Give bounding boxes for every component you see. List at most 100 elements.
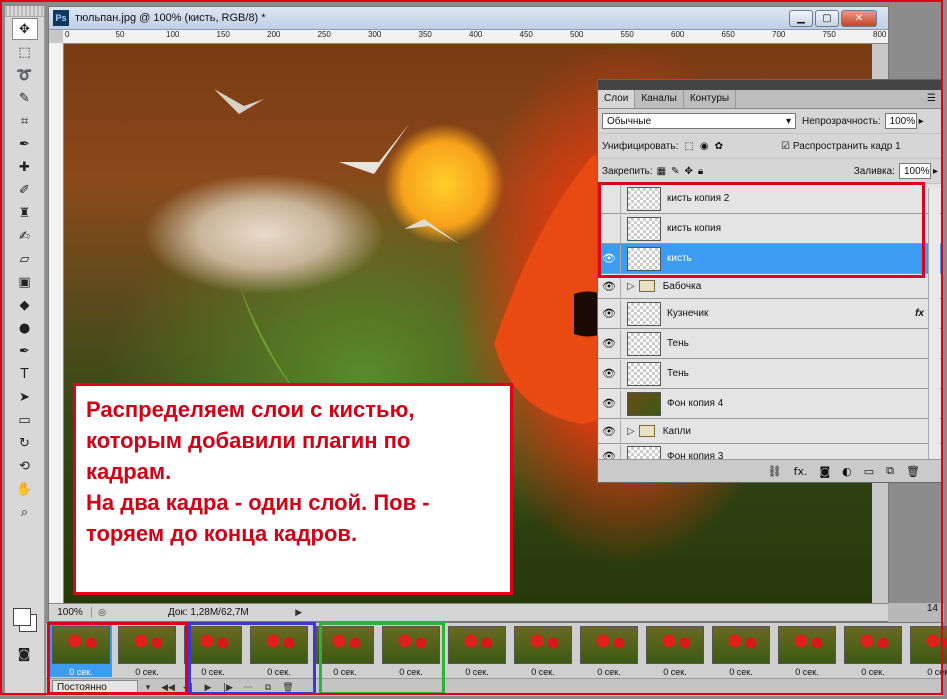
animation-frame[interactable]: 0 сек.	[644, 623, 706, 677]
hand-tool-icon[interactable]: ✋	[12, 478, 38, 500]
shape-tool-icon[interactable]: ▭	[12, 409, 38, 431]
fill-arrow-icon[interactable]: ▸	[933, 166, 938, 177]
layer-group-row[interactable]: 👁︎ ▷ Бабочка	[598, 274, 942, 299]
minimize-button[interactable]: ▁	[789, 10, 813, 27]
next-frame-icon[interactable]: |▶	[218, 683, 238, 693]
tab-channels[interactable]: Каналы	[635, 90, 684, 108]
eye-icon[interactable]: 👁︎	[598, 274, 621, 298]
expand-arrow-icon[interactable]: ▷	[627, 426, 635, 437]
quick-select-tool-icon[interactable]: ✎	[12, 87, 38, 109]
first-frame-icon[interactable]: ◀◀	[158, 683, 178, 693]
fx-icon[interactable]: fx.	[794, 465, 808, 478]
zoom-navigator-icon[interactable]: ◎	[92, 608, 112, 618]
visibility-toggle-empty[interactable]	[598, 214, 621, 243]
panel-drag-bar[interactable]	[598, 80, 942, 90]
tab-paths[interactable]: Контуры	[684, 90, 737, 108]
eye-icon[interactable]: 👁︎	[598, 419, 621, 443]
mask-icon[interactable]: ◙	[819, 465, 830, 478]
layer-row[interactable]: 👁︎ Тень	[598, 329, 942, 359]
adjustment-icon[interactable]: ◐	[842, 465, 852, 478]
eye-icon[interactable]: 👁︎	[598, 299, 621, 328]
history-brush-tool-icon[interactable]: ✍	[12, 225, 38, 247]
animation-frame[interactable]: 0 сек.	[446, 623, 508, 677]
lock-all-icon[interactable]: 🔒︎	[698, 166, 703, 177]
tween-icon[interactable]: ⋯	[238, 683, 258, 693]
unify-visibility-icon[interactable]: ◉	[700, 141, 709, 152]
frame-delay[interactable]: 0 сек.	[333, 667, 356, 677]
expand-arrow-icon[interactable]: ▷	[627, 281, 635, 292]
type-tool-icon[interactable]: T	[12, 363, 38, 385]
lock-position-icon[interactable]: ✥	[685, 166, 693, 177]
unify-position-icon[interactable]: ⬚	[684, 141, 693, 152]
layers-scrollbar[interactable]	[928, 188, 940, 460]
frame-delay[interactable]: 0 сек.	[663, 667, 686, 677]
animation-frame[interactable]: 0 сек.	[842, 623, 904, 677]
unify-style-icon[interactable]: ✿	[715, 141, 723, 152]
animation-frame[interactable]: 0 сек.	[710, 623, 772, 677]
animation-frame[interactable]: 0 сек.	[50, 623, 112, 677]
visibility-toggle-empty[interactable]	[598, 184, 621, 213]
frame-delay[interactable]: 0 сек.	[201, 667, 224, 677]
dodge-tool-icon[interactable]: ●	[12, 317, 38, 339]
crop-tool-icon[interactable]: ⌗	[12, 110, 38, 132]
frame-delay[interactable]: 0 сек.	[399, 667, 422, 677]
animation-frame[interactable]: 0 сек.	[314, 623, 376, 677]
frame-delay[interactable]: 0 сек.	[597, 667, 620, 677]
pen-tool-icon[interactable]: ✒	[12, 340, 38, 362]
layer-row[interactable]: 👁︎ Тень	[598, 359, 942, 389]
duplicate-frame-icon[interactable]: ⧉	[258, 683, 278, 693]
frame-delay[interactable]: 0 сек.	[135, 667, 158, 677]
zoom-level-field[interactable]: 100%	[49, 607, 92, 618]
delete-frame-icon[interactable]: 🗑︎	[278, 683, 298, 693]
lock-transparency-icon[interactable]: ▦	[657, 166, 666, 177]
quick-mask-icon[interactable]: ◙	[11, 643, 37, 665]
frame-delay[interactable]: 0 сек.	[267, 667, 290, 677]
layer-row[interactable]: кисть копия 2	[598, 184, 942, 214]
group-icon[interactable]: ▭	[864, 465, 874, 478]
prev-frame-icon[interactable]: ◀|	[178, 683, 198, 693]
frame-delay[interactable]: 0 сек.	[69, 667, 92, 677]
animation-frame[interactable]: 0 сек.	[182, 623, 244, 677]
animation-frame[interactable]: 0 сек.	[776, 623, 838, 677]
tab-layers[interactable]: Слои	[598, 90, 636, 108]
eyedropper-tool-icon[interactable]: ✒	[12, 133, 38, 155]
close-button[interactable]: ✕	[841, 10, 877, 27]
opacity-field[interactable]: 100%	[884, 113, 917, 129]
document-title-bar[interactable]: Ps тюльпан.jpg @ 100% (кисть, RGB/8) * ▁…	[49, 7, 888, 30]
propagate-checkbox[interactable]: ☑	[781, 141, 790, 152]
zoom-tool-icon[interactable]: ⌕	[12, 501, 38, 523]
eye-icon[interactable]: 👁︎	[598, 329, 621, 358]
loop-chevron-icon[interactable]: ▾	[138, 683, 158, 693]
lasso-tool-icon[interactable]: ➰	[12, 64, 38, 86]
blend-mode-select[interactable]: Обычные ▾	[602, 113, 796, 129]
foreground-color-swatch[interactable]	[13, 608, 31, 626]
document-size[interactable]: Док: 1,28M/62,7M	[168, 607, 249, 618]
new-layer-icon[interactable]: ⧉	[886, 464, 894, 478]
animation-frame[interactable]: 0 сек.	[578, 623, 640, 677]
frame-delay[interactable]: 0 сек.	[531, 667, 554, 677]
frame-delay[interactable]: 0 сек.	[465, 667, 488, 677]
healing-tool-icon[interactable]: ✚	[12, 156, 38, 178]
trash-icon[interactable]: 🗑︎	[906, 465, 920, 478]
3d-rotate-tool-icon[interactable]: ↻	[12, 432, 38, 454]
frame-delay[interactable]: 0 сек.	[927, 667, 947, 677]
layer-row[interactable]: 👁︎ Кузнечик fx	[598, 299, 942, 329]
eye-icon[interactable]: 👁︎	[598, 389, 621, 418]
eraser-tool-icon[interactable]: ▱	[12, 248, 38, 270]
fill-field[interactable]: 100%	[898, 163, 931, 179]
layer-row[interactable]: кисть копия	[598, 214, 942, 244]
lock-pixels-icon[interactable]: ✎	[671, 166, 679, 177]
layer-row[interactable]: 👁︎ Фон копия 4	[598, 389, 942, 419]
panel-menu-icon[interactable]: ☰	[921, 90, 942, 108]
link-icon[interactable]: ⛓	[768, 465, 782, 478]
layer-row-selected[interactable]: 👁︎ кисть	[598, 244, 942, 274]
eye-icon[interactable]: 👁︎	[598, 244, 621, 273]
loop-select[interactable]: Постоянно	[52, 680, 138, 695]
animation-frame[interactable]: 0 сек.	[380, 623, 442, 677]
animation-frame[interactable]: 0 сек.	[248, 623, 310, 677]
stamp-tool-icon[interactable]: ♜	[12, 202, 38, 224]
move-tool-icon[interactable]: ✥	[11, 18, 38, 40]
fx-badge[interactable]: fx	[915, 308, 924, 319]
path-select-tool-icon[interactable]: ➤	[12, 386, 38, 408]
frame-delay[interactable]: 0 сек.	[861, 667, 884, 677]
